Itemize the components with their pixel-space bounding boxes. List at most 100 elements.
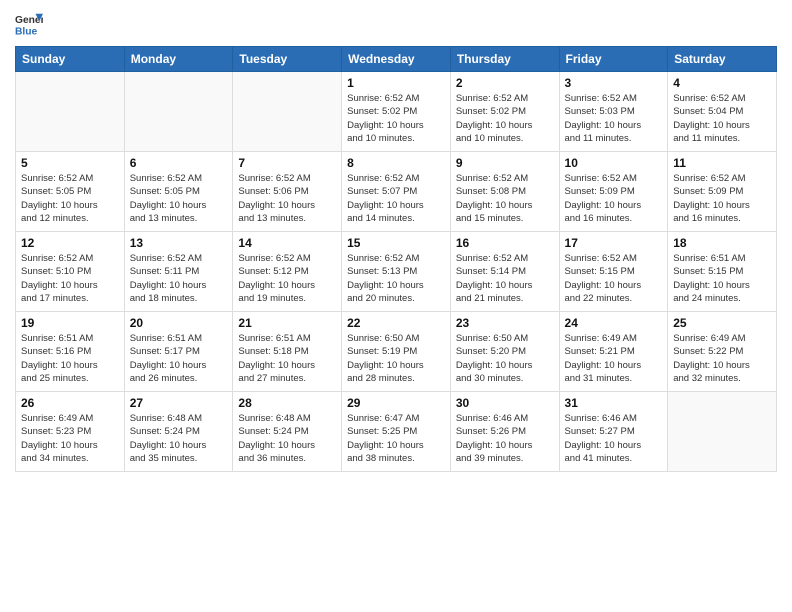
day-info: Sunrise: 6:51 AM Sunset: 5:16 PM Dayligh… [21, 332, 119, 385]
day-number: 24 [565, 316, 663, 330]
calendar-cell: 12Sunrise: 6:52 AM Sunset: 5:10 PM Dayli… [16, 232, 125, 312]
calendar-cell: 13 Sunrise: 6:52 AM Sunset: 5:11 PM Dayli… [124, 232, 233, 312]
logo-icon: General Blue [15, 10, 43, 38]
day-header-sunday: Sunday [16, 47, 125, 72]
page-container: General Blue SundayMondayTuesdayWednesda… [0, 0, 792, 612]
day-number: 14 [238, 236, 336, 250]
calendar-cell: 26 Sunrise: 6:49 AM Sunset: 5:23 PM Dayli… [16, 392, 125, 472]
day-info: Sunrise: 6:46 AM Sunset: 5:27 PM Dayligh… [565, 412, 663, 465]
day-info: Sunrise: 6:52 AM Sunset: 5:13 PM Dayligh… [347, 252, 445, 305]
week-row-4: 19 Sunrise: 6:51 AM Sunset: 5:16 PM Dayli… [16, 312, 777, 392]
day-info: Sunrise: 6:52 AM Sunset: 5:10 PM Dayligh… [21, 252, 119, 305]
day-number: 3 [565, 76, 663, 90]
day-info: Sunrise: 6:50 AM Sunset: 5:19 PM Dayligh… [347, 332, 445, 385]
days-header-row: SundayMondayTuesdayWednesdayThursdayFrid… [16, 47, 777, 72]
week-row-2: 5 Sunrise: 6:52 AM Sunset: 5:05 PM Daylig… [16, 152, 777, 232]
calendar-cell: 22 Sunrise: 6:50 AM Sunset: 5:19 PM Dayli… [342, 312, 451, 392]
week-row-1: 1 Sunrise: 6:52 AM Sunset: 5:02 PM Daylig… [16, 72, 777, 152]
day-number: 20 [130, 316, 228, 330]
day-number: 15 [347, 236, 445, 250]
calendar-cell: 11 Sunrise: 6:52 AM Sunset: 5:09 PM Dayli… [668, 152, 777, 232]
day-info: Sunrise: 6:52 AM Sunset: 5:09 PM Dayligh… [565, 172, 663, 225]
week-row-3: 12Sunrise: 6:52 AM Sunset: 5:10 PM Dayli… [16, 232, 777, 312]
calendar-cell: 15 Sunrise: 6:52 AM Sunset: 5:13 PM Dayli… [342, 232, 451, 312]
day-number: 18 [673, 236, 771, 250]
day-info: Sunrise: 6:52 AM Sunset: 5:12 PM Dayligh… [238, 252, 336, 305]
day-info: Sunrise: 6:52 AM Sunset: 5:03 PM Dayligh… [565, 92, 663, 145]
day-info: Sunrise: 6:49 AM Sunset: 5:22 PM Dayligh… [673, 332, 771, 385]
day-header-saturday: Saturday [668, 47, 777, 72]
day-info: Sunrise: 6:49 AM Sunset: 5:21 PM Dayligh… [565, 332, 663, 385]
day-header-friday: Friday [559, 47, 668, 72]
day-info: Sunrise: 6:52 AM Sunset: 5:08 PM Dayligh… [456, 172, 554, 225]
day-number: 19 [21, 316, 119, 330]
calendar-cell: 24 Sunrise: 6:49 AM Sunset: 5:21 PM Dayli… [559, 312, 668, 392]
day-number: 16 [456, 236, 554, 250]
calendar-cell: 19 Sunrise: 6:51 AM Sunset: 5:16 PM Dayli… [16, 312, 125, 392]
calendar-cell: 9 Sunrise: 6:52 AM Sunset: 5:08 PM Daylig… [450, 152, 559, 232]
day-info: Sunrise: 6:52 AM Sunset: 5:06 PM Dayligh… [238, 172, 336, 225]
day-number: 23 [456, 316, 554, 330]
day-header-monday: Monday [124, 47, 233, 72]
day-info: Sunrise: 6:52 AM Sunset: 5:15 PM Dayligh… [565, 252, 663, 305]
day-number: 10 [565, 156, 663, 170]
day-info: Sunrise: 6:52 AM Sunset: 5:07 PM Dayligh… [347, 172, 445, 225]
day-number: 5 [21, 156, 119, 170]
day-info: Sunrise: 6:52 AM Sunset: 5:09 PM Dayligh… [673, 172, 771, 225]
day-info: Sunrise: 6:48 AM Sunset: 5:24 PM Dayligh… [238, 412, 336, 465]
calendar-cell: 23Sunrise: 6:50 AM Sunset: 5:20 PM Dayli… [450, 312, 559, 392]
day-number: 13 [130, 236, 228, 250]
day-number: 28 [238, 396, 336, 410]
calendar-cell: 25 Sunrise: 6:49 AM Sunset: 5:22 PM Dayli… [668, 312, 777, 392]
svg-text:Blue: Blue [15, 26, 38, 37]
day-info: Sunrise: 6:52 AM Sunset: 5:02 PM Dayligh… [347, 92, 445, 145]
calendar-cell: 5Sunrise: 6:52 AM Sunset: 5:05 PM Daylig… [16, 152, 125, 232]
day-header-tuesday: Tuesday [233, 47, 342, 72]
calendar-cell: 31 Sunrise: 6:46 AM Sunset: 5:27 PM Dayli… [559, 392, 668, 472]
calendar-cell: 29 Sunrise: 6:47 AM Sunset: 5:25 PM Dayli… [342, 392, 451, 472]
day-info: Sunrise: 6:52 AM Sunset: 5:02 PM Dayligh… [456, 92, 554, 145]
day-number: 9 [456, 156, 554, 170]
day-header-wednesday: Wednesday [342, 47, 451, 72]
day-number: 25 [673, 316, 771, 330]
calendar-cell: 27 Sunrise: 6:48 AM Sunset: 5:24 PM Dayli… [124, 392, 233, 472]
day-info: Sunrise: 6:49 AM Sunset: 5:23 PM Dayligh… [21, 412, 119, 465]
calendar-table: SundayMondayTuesdayWednesdayThursdayFrid… [15, 46, 777, 472]
day-number: 2 [456, 76, 554, 90]
day-number: 31 [565, 396, 663, 410]
page-header: General Blue [15, 10, 777, 38]
day-info: Sunrise: 6:52 AM Sunset: 5:05 PM Dayligh… [130, 172, 228, 225]
calendar-cell [668, 392, 777, 472]
calendar-cell: 21Sunrise: 6:51 AM Sunset: 5:18 PM Dayli… [233, 312, 342, 392]
day-info: Sunrise: 6:51 AM Sunset: 5:15 PM Dayligh… [673, 252, 771, 305]
day-number: 7 [238, 156, 336, 170]
day-number: 27 [130, 396, 228, 410]
calendar-cell: 28 Sunrise: 6:48 AM Sunset: 5:24 PM Dayli… [233, 392, 342, 472]
day-number: 26 [21, 396, 119, 410]
logo: General Blue [15, 10, 43, 38]
day-number: 4 [673, 76, 771, 90]
day-info: Sunrise: 6:47 AM Sunset: 5:25 PM Dayligh… [347, 412, 445, 465]
day-number: 17 [565, 236, 663, 250]
calendar-cell: 18 Sunrise: 6:51 AM Sunset: 5:15 PM Dayli… [668, 232, 777, 312]
calendar-cell: 30Sunrise: 6:46 AM Sunset: 5:26 PM Dayli… [450, 392, 559, 472]
day-info: Sunrise: 6:52 AM Sunset: 5:14 PM Dayligh… [456, 252, 554, 305]
calendar-cell: 1 Sunrise: 6:52 AM Sunset: 5:02 PM Daylig… [342, 72, 451, 152]
day-info: Sunrise: 6:48 AM Sunset: 5:24 PM Dayligh… [130, 412, 228, 465]
day-number: 29 [347, 396, 445, 410]
calendar-cell: 8 Sunrise: 6:52 AM Sunset: 5:07 PM Daylig… [342, 152, 451, 232]
day-number: 11 [673, 156, 771, 170]
day-info: Sunrise: 6:52 AM Sunset: 5:04 PM Dayligh… [673, 92, 771, 145]
day-info: Sunrise: 6:51 AM Sunset: 5:18 PM Dayligh… [238, 332, 336, 385]
day-number: 8 [347, 156, 445, 170]
calendar-cell: 2 Sunrise: 6:52 AM Sunset: 5:02 PM Daylig… [450, 72, 559, 152]
calendar-cell: 17 Sunrise: 6:52 AM Sunset: 5:15 PM Dayli… [559, 232, 668, 312]
calendar-cell [16, 72, 125, 152]
day-number: 30 [456, 396, 554, 410]
calendar-cell: 3 Sunrise: 6:52 AM Sunset: 5:03 PM Daylig… [559, 72, 668, 152]
day-number: 22 [347, 316, 445, 330]
day-info: Sunrise: 6:52 AM Sunset: 5:11 PM Dayligh… [130, 252, 228, 305]
calendar-cell [233, 72, 342, 152]
day-info: Sunrise: 6:51 AM Sunset: 5:17 PM Dayligh… [130, 332, 228, 385]
day-number: 1 [347, 76, 445, 90]
